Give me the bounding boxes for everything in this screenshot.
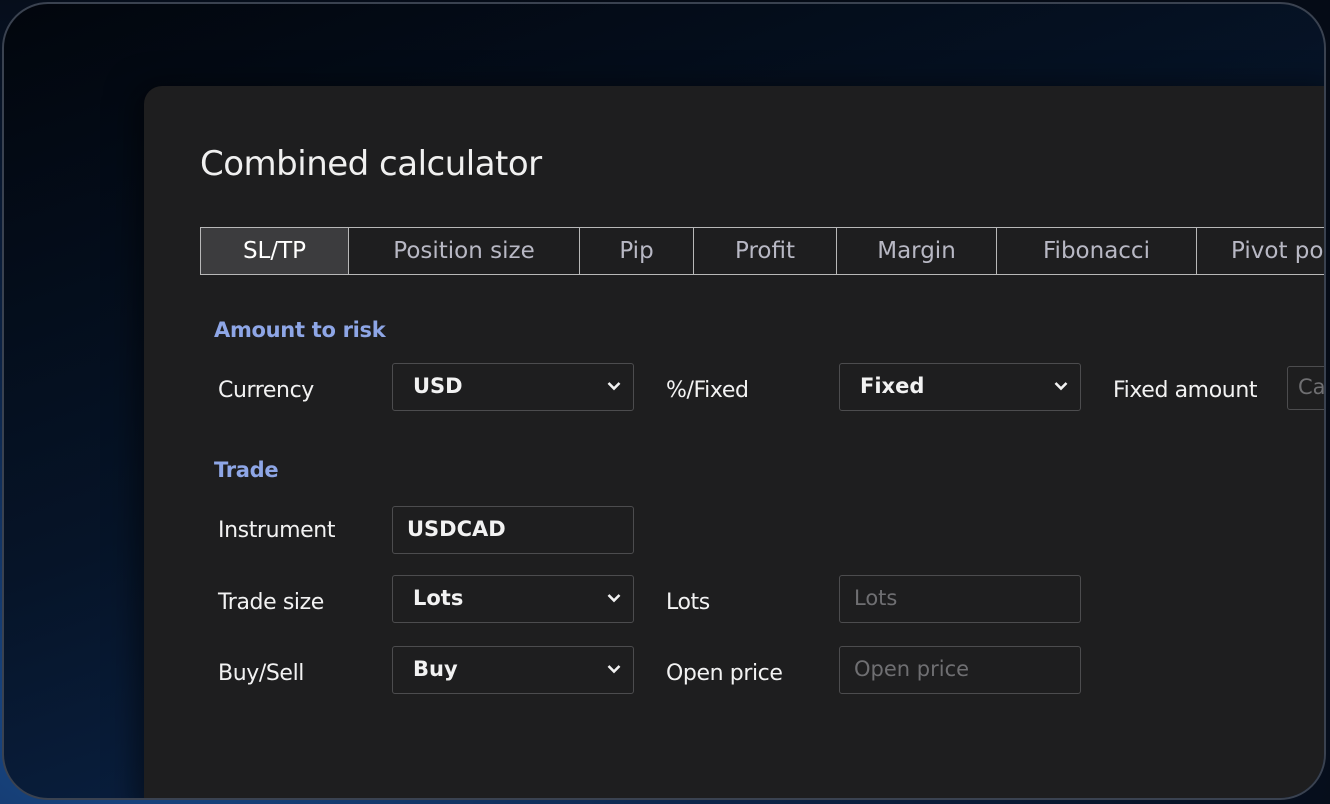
lots-placeholder: Lots: [854, 586, 898, 610]
currency-select[interactable]: USD: [392, 363, 634, 411]
instrument-input[interactable]: USDCAD: [392, 506, 634, 554]
instrument-label: Instrument: [218, 518, 336, 543]
open-price-placeholder: Open price: [854, 657, 970, 681]
calculator-panel: Combined calculator SL/TP Position size …: [144, 86, 1326, 798]
instrument-value: USDCAD: [407, 517, 506, 541]
trade-heading: Trade: [214, 458, 279, 482]
calculator-tabs: SL/TP Position size Pip Profit Margin Fi…: [200, 227, 1324, 275]
page-title: Combined calculator: [200, 144, 542, 184]
fixed-amount-placeholder: Ca: [1298, 375, 1326, 399]
tab-margin[interactable]: Margin: [837, 228, 997, 274]
buy-sell-value: Buy: [413, 657, 458, 681]
buy-sell-select[interactable]: Buy: [392, 646, 634, 694]
chevron-down-icon: [607, 594, 621, 603]
lots-input[interactable]: Lots: [839, 575, 1081, 623]
trade-size-select[interactable]: Lots: [392, 575, 634, 623]
device-screen: Combined calculator SL/TP Position size …: [2, 2, 1326, 800]
tab-profit[interactable]: Profit: [694, 228, 837, 274]
tab-pivot-points[interactable]: Pivot po: [1197, 228, 1324, 274]
buy-sell-label: Buy/Sell: [218, 661, 304, 686]
tab-position-size[interactable]: Position size: [349, 228, 580, 274]
lots-label: Lots: [666, 590, 710, 615]
chevron-down-icon: [1054, 382, 1068, 391]
tab-sl-tp[interactable]: SL/TP: [201, 228, 349, 274]
tab-pip[interactable]: Pip: [580, 228, 694, 274]
open-price-label: Open price: [666, 661, 783, 686]
open-price-input[interactable]: Open price: [839, 646, 1081, 694]
chevron-down-icon: [607, 382, 621, 391]
trade-size-label: Trade size: [218, 590, 324, 615]
fixed-amount-input[interactable]: Ca: [1287, 366, 1326, 410]
trade-size-value: Lots: [413, 586, 464, 610]
percent-fixed-value: Fixed: [860, 374, 925, 398]
currency-label: Currency: [218, 378, 314, 403]
amount-to-risk-heading: Amount to risk: [214, 318, 386, 342]
currency-value: USD: [413, 374, 463, 398]
chevron-down-icon: [607, 665, 621, 674]
percent-fixed-select[interactable]: Fixed: [839, 363, 1081, 411]
percent-fixed-label: %/Fixed: [666, 378, 749, 403]
tab-fibonacci[interactable]: Fibonacci: [997, 228, 1197, 274]
fixed-amount-label: Fixed amount: [1113, 378, 1258, 403]
